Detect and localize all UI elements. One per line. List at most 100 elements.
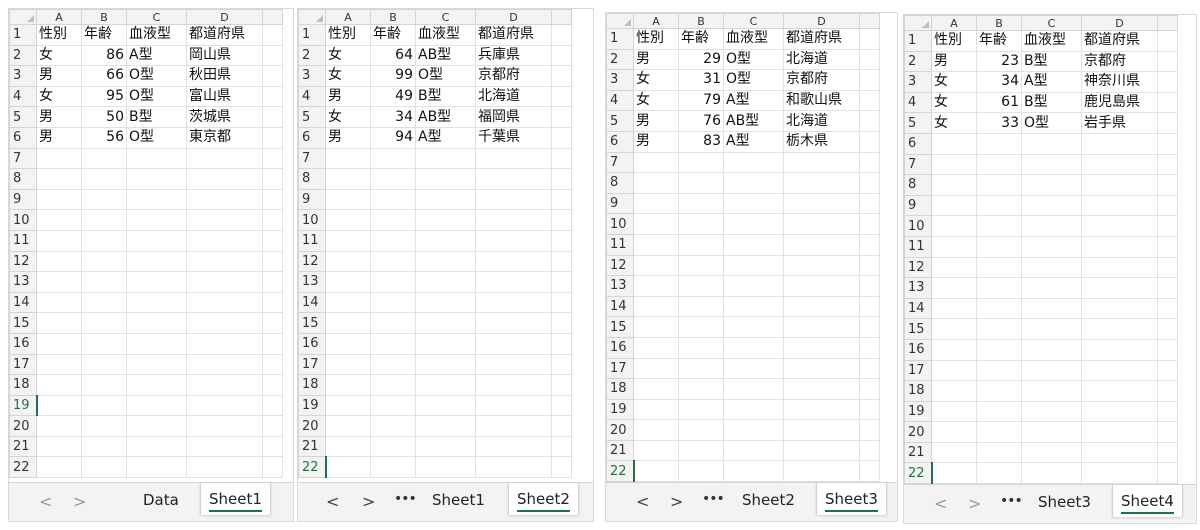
cell[interactable] xyxy=(475,332,552,355)
cell[interactable] xyxy=(36,168,82,190)
cell[interactable]: 33 xyxy=(976,112,1022,134)
cell[interactable] xyxy=(262,374,283,396)
cell[interactable] xyxy=(370,435,416,458)
cell[interactable] xyxy=(678,336,724,359)
cell[interactable]: 61 xyxy=(976,91,1022,114)
cell[interactable] xyxy=(1021,318,1082,340)
row-header[interactable]: 10 xyxy=(298,209,326,231)
cell[interactable]: 血液型 xyxy=(723,28,784,50)
cell[interactable] xyxy=(262,65,283,87)
cell[interactable] xyxy=(186,332,263,355)
cell[interactable] xyxy=(126,374,187,396)
row-header[interactable]: 1 xyxy=(904,30,932,52)
cell[interactable] xyxy=(36,435,82,458)
cell[interactable] xyxy=(36,188,82,211)
cell[interactable] xyxy=(370,229,416,252)
column-header[interactable]: A xyxy=(931,15,977,31)
cell[interactable]: 男 xyxy=(36,106,82,128)
cell[interactable] xyxy=(551,456,572,479)
cell[interactable] xyxy=(859,213,880,235)
row-header[interactable]: 19 xyxy=(606,398,634,421)
row-header[interactable]: 7 xyxy=(606,151,634,174)
cell[interactable] xyxy=(783,357,860,380)
row-header[interactable]: 3 xyxy=(298,65,326,87)
cell[interactable] xyxy=(633,419,679,441)
cell[interactable] xyxy=(475,271,552,293)
cell[interactable]: 北海道 xyxy=(783,110,860,132)
column-header[interactable] xyxy=(551,9,572,25)
cell[interactable] xyxy=(36,291,82,314)
cell[interactable] xyxy=(475,250,552,273)
cell[interactable]: 和歌山県 xyxy=(783,89,860,112)
cell[interactable]: 性別 xyxy=(325,24,371,46)
row-header[interactable]: 22 xyxy=(904,462,933,485)
cell[interactable] xyxy=(81,312,127,334)
cell[interactable] xyxy=(36,394,82,417)
cell[interactable] xyxy=(81,353,127,376)
row-header[interactable]: 17 xyxy=(298,353,326,376)
cell[interactable]: 94 xyxy=(370,126,416,149)
cell[interactable] xyxy=(678,398,724,421)
cell[interactable] xyxy=(678,151,724,174)
cell[interactable] xyxy=(325,209,371,231)
row-header[interactable]: 21 xyxy=(9,435,37,458)
cell[interactable]: 64 xyxy=(370,44,416,67)
cell[interactable] xyxy=(81,209,127,231)
cell[interactable]: 76 xyxy=(678,110,724,132)
cell[interactable] xyxy=(976,462,1022,485)
cell[interactable] xyxy=(1081,338,1158,361)
cell[interactable] xyxy=(551,147,572,170)
cell[interactable] xyxy=(859,439,880,462)
cell[interactable] xyxy=(976,421,1022,443)
cell[interactable] xyxy=(36,229,82,252)
cell[interactable] xyxy=(186,188,263,211)
cell[interactable] xyxy=(859,172,880,194)
cell[interactable] xyxy=(551,44,572,67)
cell[interactable] xyxy=(931,277,977,299)
cell[interactable]: AB型 xyxy=(415,44,476,67)
cell[interactable]: A型 xyxy=(723,89,784,112)
row-header[interactable]: 20 xyxy=(298,415,326,437)
cell[interactable]: 神奈川県 xyxy=(1081,71,1158,93)
cell[interactable] xyxy=(551,291,572,314)
cell[interactable] xyxy=(723,378,784,400)
cell[interactable]: 56 xyxy=(81,126,127,149)
row-header[interactable]: 16 xyxy=(9,332,37,355)
cell[interactable]: 29 xyxy=(678,48,724,71)
cell[interactable] xyxy=(859,89,880,112)
cell[interactable] xyxy=(262,291,283,314)
row-header[interactable]: 5 xyxy=(904,112,932,134)
select-all-corner[interactable] xyxy=(904,15,932,31)
cell[interactable] xyxy=(126,229,187,252)
cell[interactable] xyxy=(1081,400,1158,423)
cell[interactable]: 50 xyxy=(81,106,127,128)
cell[interactable] xyxy=(678,357,724,380)
cell[interactable] xyxy=(126,312,187,334)
cell[interactable] xyxy=(633,192,679,215)
cell[interactable] xyxy=(931,462,977,485)
cell[interactable] xyxy=(551,394,572,417)
cell[interactable] xyxy=(126,271,187,293)
cell[interactable] xyxy=(1157,277,1178,299)
cell[interactable] xyxy=(859,275,880,297)
row-header[interactable]: 10 xyxy=(904,215,932,237)
cell[interactable]: A型 xyxy=(415,126,476,149)
cell[interactable]: 年齢 xyxy=(976,30,1022,52)
cell[interactable] xyxy=(1157,256,1178,279)
cell[interactable] xyxy=(186,435,263,458)
cell[interactable] xyxy=(1081,277,1158,299)
cell[interactable] xyxy=(262,126,283,149)
cell[interactable] xyxy=(783,151,860,174)
cell[interactable] xyxy=(415,456,476,479)
cell[interactable] xyxy=(186,250,263,273)
cell[interactable] xyxy=(931,194,977,217)
row-header[interactable]: 5 xyxy=(606,110,634,132)
cell[interactable] xyxy=(1157,132,1178,155)
cell[interactable] xyxy=(551,24,572,46)
column-header[interactable]: B xyxy=(976,15,1022,31)
cell[interactable] xyxy=(36,250,82,273)
row-header[interactable]: 15 xyxy=(298,312,326,334)
row-header[interactable]: 5 xyxy=(298,106,326,128)
cell[interactable] xyxy=(186,415,263,437)
cell[interactable] xyxy=(1157,297,1178,320)
